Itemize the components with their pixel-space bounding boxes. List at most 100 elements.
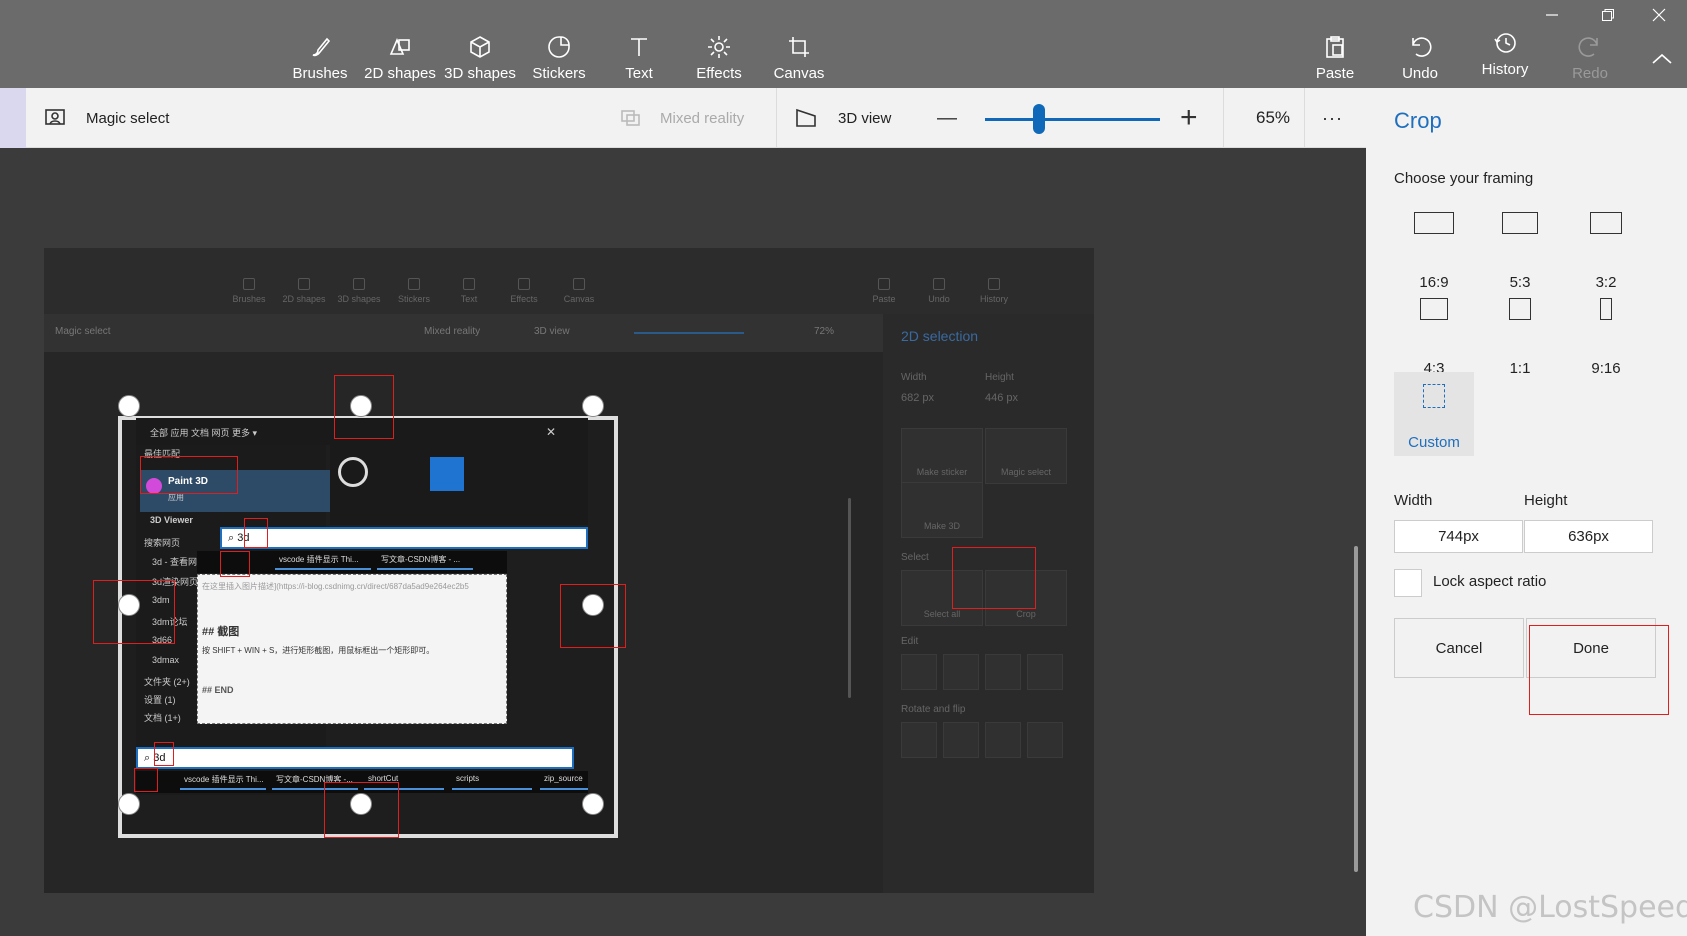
image-ribbon-item: Text (444, 278, 494, 304)
image-ribbon-label: 2D shapes (282, 294, 326, 304)
image-ribbon-item: Brushes (224, 278, 274, 304)
image-ribbon-label: Paste (872, 294, 896, 304)
annotation-box (952, 547, 1036, 609)
toolbar-divider (776, 88, 777, 148)
sun-icon (708, 36, 730, 58)
image-ribbon-item: 3D shapes (334, 278, 384, 304)
framing-16-9[interactable]: 16:9 (1394, 212, 1474, 292)
mixed-reality-icon (621, 110, 640, 126)
image-cube-icon (353, 278, 365, 290)
image-edit-label: Edit (901, 636, 919, 647)
image-canvas-icon (573, 278, 585, 290)
crop-handle-top-right[interactable] (582, 395, 604, 417)
image-text-icon (463, 278, 475, 290)
toolbar-divider (1223, 88, 1224, 148)
crop-panel: Crop Choose your framing 16:9 5:3 3:2 4:… (1366, 88, 1687, 936)
close-window-button[interactable] (1631, 0, 1687, 30)
restore-button[interactable] (1580, 0, 1636, 30)
shot-folders: 文件夹 (2+) (144, 677, 190, 687)
history-label: History (1481, 61, 1529, 78)
annotation-box (560, 584, 626, 648)
shot-preview (330, 445, 588, 525)
shapes-2d-icon (389, 37, 410, 55)
annotation-box (140, 456, 238, 494)
more-options-button[interactable]: ··· (1322, 88, 1343, 148)
stickers-tool[interactable]: Stickers (516, 0, 602, 88)
toolbar-accent (0, 88, 26, 148)
framing-custom-icon (1423, 384, 1445, 408)
image-panel-title: 2D selection (901, 328, 979, 344)
annotation-box (93, 580, 175, 644)
image-copy-icon (943, 654, 979, 690)
height-field[interactable]: 636px (1524, 520, 1653, 553)
history-icon (1494, 33, 1516, 53)
zoom-level[interactable]: 65% (1256, 88, 1290, 148)
view-3d-button[interactable]: 3D view (794, 88, 891, 148)
shot-doc-line: 按 SHIFT + WIN + S，进行矩形截图，用鼠标框出一个矩形即可。 (202, 646, 435, 655)
framing-5-3-icon (1502, 212, 1538, 234)
framing-9-16[interactable]: 9:16 (1566, 298, 1646, 378)
lock-aspect-checkbox[interactable] (1394, 569, 1422, 597)
paste-label: Paste (1315, 65, 1355, 82)
crop-handle-bottom-left[interactable] (118, 793, 140, 815)
magic-select-icon (45, 109, 65, 125)
image-history-icon (988, 278, 1000, 290)
brushes-label: Brushes (292, 65, 348, 82)
framing-custom[interactable]: Custom (1394, 372, 1474, 456)
framing-1-1[interactable]: 1:1 (1480, 298, 1560, 378)
image-paste-icon (985, 654, 1021, 690)
framing-4-3-icon (1420, 298, 1448, 320)
text-icon (631, 38, 647, 56)
zoom-slider-thumb[interactable] (1033, 104, 1045, 134)
framing-5-3[interactable]: 5:3 (1480, 212, 1560, 292)
shot-search-field: ⌕ 3d (220, 527, 588, 549)
image-flip-h-icon (1027, 722, 1063, 758)
shot-viewer: 3D Viewer (150, 515, 193, 525)
text-tool[interactable]: Text (596, 0, 682, 88)
annotation-box (244, 518, 268, 548)
image-mixed-reality: Mixed reality (424, 326, 481, 337)
zoom-out-button[interactable]: — (937, 88, 957, 148)
shapes-3d-tool[interactable]: 3D shapes (437, 0, 523, 88)
framing-label: 1:1 (1509, 360, 1531, 377)
shot-search-web: 搜索网页 (144, 538, 181, 548)
undo-tool[interactable]: Undo (1377, 0, 1463, 88)
canvas-tool[interactable]: Canvas (756, 0, 842, 88)
shot-paint3d-tile-icon (430, 457, 464, 491)
brush-icon (312, 37, 331, 57)
image-toolbar: Magic select Mixed reality 3D view 72% (44, 314, 883, 352)
collapse-ribbon-button[interactable] (1647, 44, 1677, 74)
width-field[interactable]: 744px (1394, 520, 1523, 553)
image-undo-icon (933, 278, 945, 290)
brushes-tool[interactable]: Brushes (277, 0, 363, 88)
magic-select-button[interactable]: Magic select (44, 88, 169, 148)
image-ribbon-item: Paste (859, 278, 909, 304)
mixed-reality-button: Mixed reality (620, 88, 744, 148)
zoom-slider-track[interactable] (985, 118, 1160, 121)
shapes-2d-tool[interactable]: 2D shapes (357, 0, 443, 88)
framing-label: 9:16 (1591, 360, 1621, 377)
crop-handle-bottom-right[interactable] (582, 793, 604, 815)
secondary-toolbar: Magic select Mixed reality 3D view — + 6… (0, 88, 1366, 148)
image-magic-select: Magic select (55, 326, 111, 337)
paste-tool[interactable]: Paste (1292, 0, 1378, 88)
paste-icon (1326, 36, 1344, 58)
framing-3-2[interactable]: 3:2 (1566, 212, 1646, 292)
crop-title: Crop (1394, 108, 1442, 133)
image-ribbon-item: Undo (914, 278, 964, 304)
framing-16-9-icon (1414, 212, 1454, 234)
image-rotate-label: Rotate and flip (901, 704, 966, 715)
framing-1-1-icon (1509, 298, 1531, 320)
framing-4-3[interactable]: 4:3 (1394, 298, 1474, 378)
zoom-in-button[interactable]: + (1180, 88, 1198, 148)
image-ribbon-label: Stickers (397, 294, 430, 304)
minimize-button[interactable] (1524, 0, 1580, 30)
annotation-box (324, 782, 399, 838)
sticker-icon (548, 36, 570, 58)
image-ribbon-label: Effects (510, 294, 538, 304)
canvas-scrollbar[interactable] (1354, 546, 1358, 872)
cancel-button[interactable]: Cancel (1394, 618, 1524, 678)
crop-handle-top-left[interactable] (118, 395, 140, 417)
shot-tabs-text: 全部 应用 文档 网页 更多 ▾ (150, 428, 258, 438)
effects-tool[interactable]: Effects (676, 0, 762, 88)
